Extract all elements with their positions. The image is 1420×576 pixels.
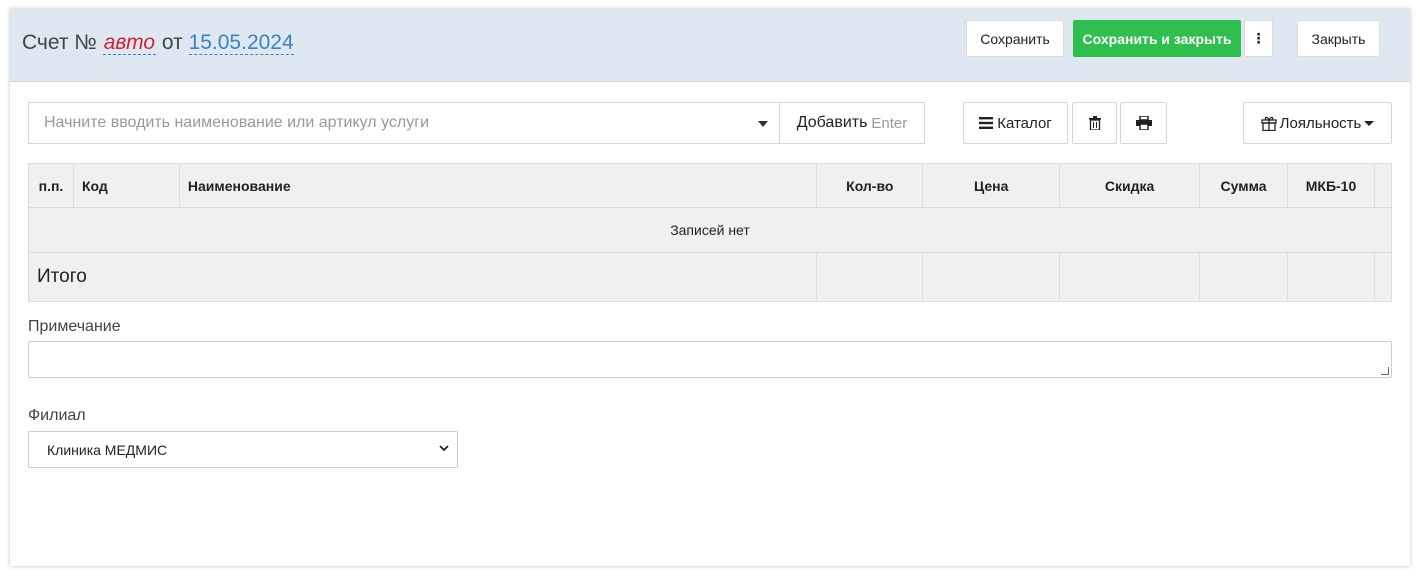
catalog-button[interactable]: Каталог [963,102,1068,144]
total-row: Итого [27,252,1393,302]
service-search-input[interactable]: Начните вводить наименование или артикул… [28,102,780,144]
note-textarea[interactable] [28,341,1392,378]
total-sum [1199,252,1289,302]
title-prefix: Счет № [22,31,97,54]
chevron-down-icon[interactable] [758,121,768,127]
caret-down-icon [1364,120,1375,126]
col-index[interactable]: п.п. [28,163,74,208]
loyalty-label: Лояльность [1279,114,1362,132]
invoice-panel: Счет № авто от 15.05.2024 Сохранить Сохр… [10,9,1410,566]
invoice-header: Счет № авто от 15.05.2024 Сохранить Сохр… [10,9,1410,82]
total-spacer [1373,252,1393,302]
close-button[interactable]: Закрыть [1297,20,1380,57]
col-price[interactable]: Цена [922,163,1061,208]
gift-icon [1261,116,1277,131]
empty-row: Записей нет [28,207,1392,253]
note-label: Примечание [28,318,121,335]
service-search-placeholder: Начните вводить наименование или артикул… [44,114,429,131]
invoice-date[interactable]: 15.05.2024 [188,31,294,55]
col-code[interactable]: Код [72,163,180,208]
add-hint: Enter [871,114,908,132]
table-header-row: п.п. Код Наименование Кол-во Цена Скидка… [28,163,1393,208]
total-discount [1059,252,1201,302]
branch-select[interactable]: Клиника МЕДМИС [28,431,458,468]
col-discount[interactable]: Скидка [1059,163,1201,208]
branch-value: Клиника МЕДМИС [47,441,168,458]
add-service-button[interactable]: Добавить Enter [779,102,925,144]
catalog-label: Каталог [997,114,1052,132]
print-icon [1135,116,1152,130]
loyalty-dropdown[interactable]: Лояльность [1243,102,1392,144]
col-sum[interactable]: Сумма [1199,163,1289,208]
add-label: Добавить [796,114,868,131]
col-qty[interactable]: Кол-во [816,163,924,208]
total-label: Итого [27,252,818,302]
delete-button[interactable] [1072,102,1117,144]
more-menu-button[interactable]: ⋮ [1244,20,1273,57]
col-spacer [1373,163,1393,208]
branch-label: Филиал [28,407,86,424]
save-and-close-button[interactable]: Сохранить и закрыть [1073,20,1241,57]
invoice-number[interactable]: авто [102,31,157,55]
col-icd10[interactable]: МКБ-10 [1287,163,1375,208]
page-title: Счет № авто от 15.05.2024 [22,31,294,55]
trash-icon [1088,116,1101,130]
menu-icon [979,117,994,129]
save-button[interactable]: Сохранить [966,20,1064,57]
print-button[interactable] [1120,102,1167,144]
chevron-down-icon [439,445,449,452]
total-icd10 [1287,252,1375,302]
empty-message: Записей нет [28,207,1392,253]
title-date-sep: от [161,31,183,54]
services-table: п.п. Код Наименование Кол-во Цена Скидка… [27,163,1393,302]
col-name[interactable]: Наименование [178,163,818,208]
total-qty [816,252,924,302]
total-price [922,252,1061,302]
resize-handle-icon[interactable] [1381,367,1389,375]
